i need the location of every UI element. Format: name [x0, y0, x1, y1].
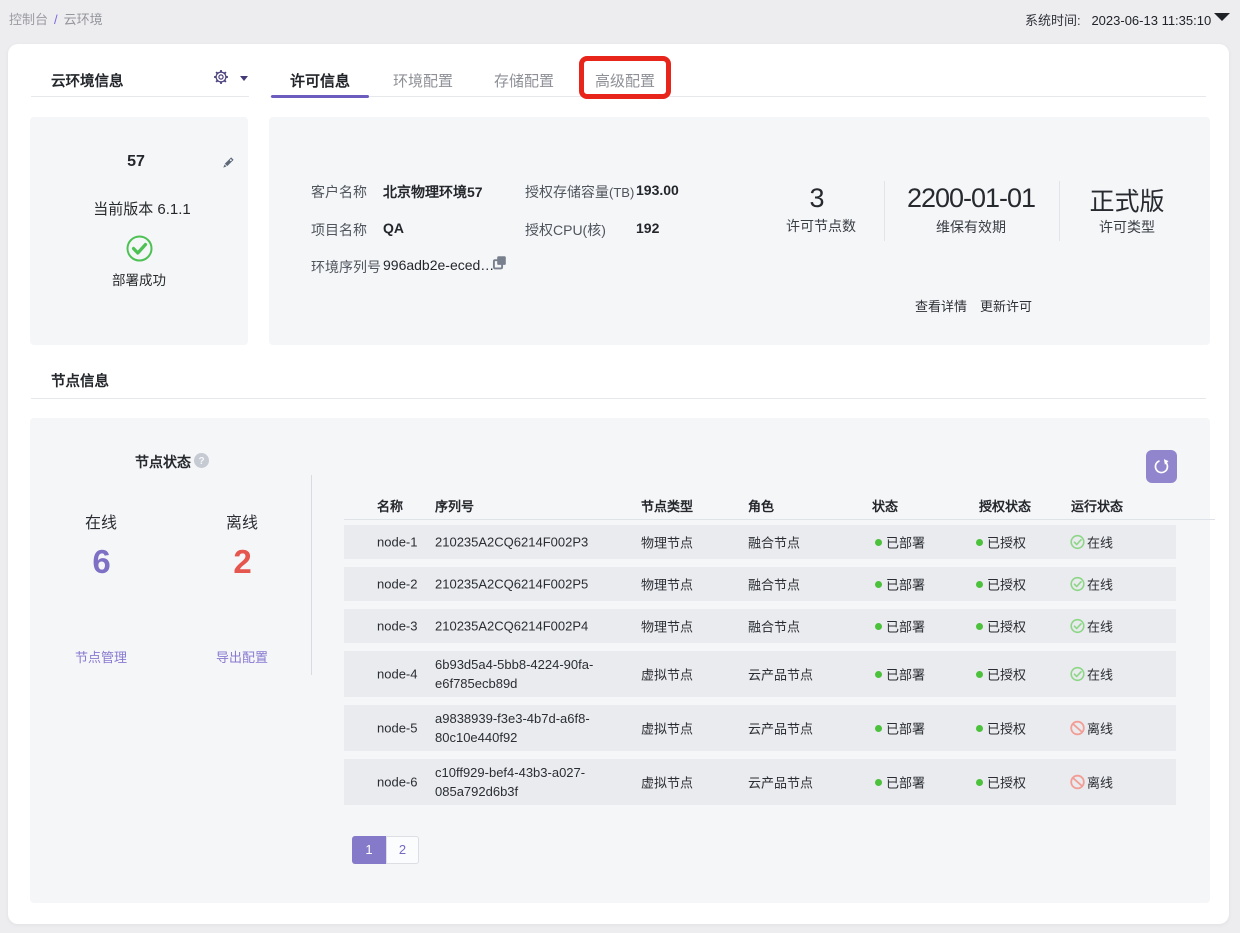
svg-text:?: ? — [198, 456, 204, 467]
